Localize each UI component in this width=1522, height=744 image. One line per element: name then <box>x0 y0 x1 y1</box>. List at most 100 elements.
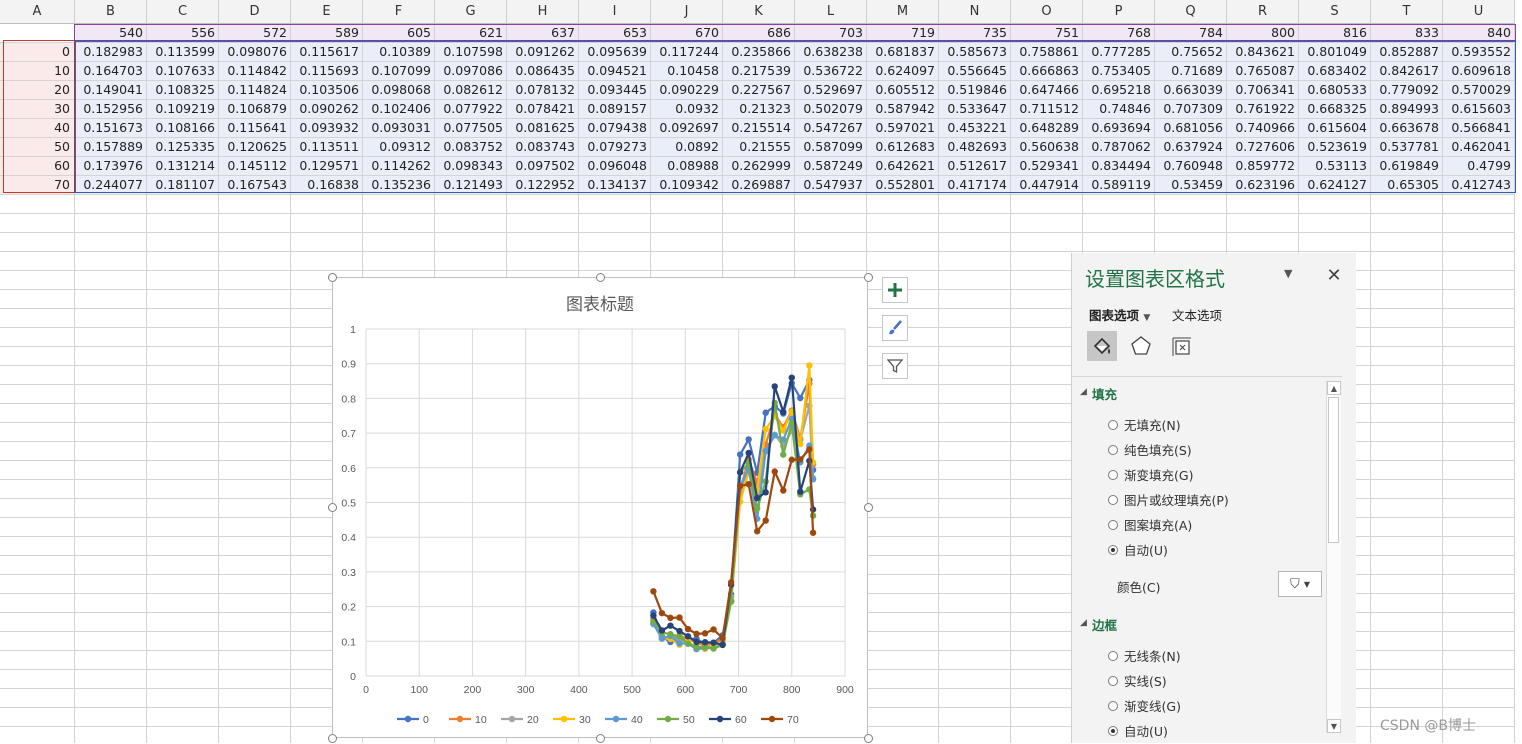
empty-cell[interactable] <box>939 347 1011 366</box>
empty-cell[interactable] <box>939 499 1011 518</box>
data-cell[interactable]: 0.842617 <box>1371 62 1443 81</box>
empty-cell[interactable] <box>0 651 75 670</box>
empty-cell[interactable] <box>219 651 291 670</box>
data-cell[interactable]: 0.227567 <box>723 81 795 100</box>
empty-cell[interactable] <box>1443 442 1515 461</box>
data-cell[interactable]: 0.093445 <box>579 81 651 100</box>
data-cell[interactable]: 0.149041 <box>75 81 147 100</box>
data-cell[interactable]: 0.852887 <box>1371 43 1443 62</box>
empty-cell[interactable] <box>147 423 219 442</box>
empty-cell[interactable] <box>867 404 939 423</box>
data-cell[interactable]: 0.098343 <box>435 157 507 176</box>
empty-cell[interactable] <box>1227 233 1299 252</box>
empty-cell[interactable] <box>867 670 939 689</box>
data-cell[interactable]: 0.447914 <box>1011 176 1083 195</box>
data-cell[interactable]: 0.859772 <box>1227 157 1299 176</box>
data-cell[interactable]: 0.093932 <box>291 119 363 138</box>
data-cell[interactable]: 0.0892 <box>651 138 723 157</box>
data-cell[interactable]: 0.215514 <box>723 119 795 138</box>
chart-plot[interactable]: 0 100 200 300 400 500 600 700 800 90000.10.20.30.… <box>333 278 869 739</box>
empty-cell[interactable] <box>75 537 147 556</box>
data-cell[interactable]: 0.647466 <box>1011 81 1083 100</box>
empty-cell[interactable] <box>867 537 939 556</box>
empty-cell[interactable] <box>0 347 75 366</box>
empty-cell[interactable] <box>939 328 1011 347</box>
empty-cell[interactable] <box>867 632 939 651</box>
empty-cell[interactable] <box>435 252 507 271</box>
empty-cell[interactable] <box>1443 670 1515 689</box>
fill-option[interactable]: 自动(U) <box>1108 540 1168 559</box>
fill-section-header[interactable]: 填充 <box>1092 384 1117 403</box>
empty-cell[interactable] <box>0 252 75 271</box>
empty-cell[interactable] <box>1443 594 1515 613</box>
data-cell[interactable]: 0.122952 <box>507 176 579 195</box>
data-cell[interactable]: 0.131214 <box>147 157 219 176</box>
data-cell[interactable]: 0.615603 <box>1443 100 1515 119</box>
column-header-R[interactable]: R <box>1227 0 1299 24</box>
data-cell[interactable]: 0.761922 <box>1227 100 1299 119</box>
empty-cell[interactable] <box>219 518 291 537</box>
empty-cell[interactable] <box>219 385 291 404</box>
empty-cell[interactable] <box>147 290 219 309</box>
empty-cell[interactable] <box>75 651 147 670</box>
empty-cell[interactable] <box>75 689 147 708</box>
column-header-F[interactable]: F <box>363 0 435 24</box>
data-cell[interactable]: 0.109219 <box>147 100 219 119</box>
empty-cell[interactable] <box>939 195 1011 214</box>
x-header-cell[interactable]: 540 <box>75 24 147 43</box>
data-cell[interactable]: 0.537781 <box>1371 138 1443 157</box>
empty-cell[interactable] <box>147 480 219 499</box>
data-cell[interactable]: 0.609618 <box>1443 62 1515 81</box>
empty-cell[interactable] <box>219 252 291 271</box>
border-option[interactable]: 自动(U) <box>1108 721 1168 740</box>
empty-cell[interactable] <box>0 575 75 594</box>
empty-cell[interactable] <box>0 632 75 651</box>
empty-cell[interactable] <box>507 214 579 233</box>
collapse-fill-icon[interactable]: ◢ <box>1080 387 1087 397</box>
empty-cell[interactable] <box>1371 252 1443 271</box>
empty-cell[interactable] <box>1443 233 1515 252</box>
empty-cell[interactable] <box>0 271 75 290</box>
empty-cell[interactable] <box>939 632 1011 651</box>
data-cell[interactable]: 0.107598 <box>435 43 507 62</box>
chart-resize-handle[interactable] <box>328 273 337 282</box>
column-header-K[interactable]: K <box>723 0 795 24</box>
empty-cell[interactable] <box>651 233 723 252</box>
data-cell[interactable]: 0.113599 <box>147 43 219 62</box>
empty-cell[interactable] <box>651 195 723 214</box>
empty-cell[interactable] <box>0 727 75 743</box>
empty-cell[interactable] <box>219 499 291 518</box>
radio-icon[interactable] <box>1108 544 1118 555</box>
empty-cell[interactable] <box>939 594 1011 613</box>
data-cell[interactable]: 0.083743 <box>507 138 579 157</box>
empty-cell[interactable] <box>939 518 1011 537</box>
empty-cell[interactable] <box>1011 233 1083 252</box>
empty-cell[interactable] <box>867 385 939 404</box>
empty-cell[interactable] <box>147 708 219 727</box>
tab-text-options[interactable]: 文本选项 <box>1172 305 1222 324</box>
empty-cell[interactable] <box>939 461 1011 480</box>
data-cell[interactable]: 0.71689 <box>1155 62 1227 81</box>
empty-cell[interactable] <box>723 233 795 252</box>
empty-cell[interactable] <box>435 233 507 252</box>
empty-cell[interactable] <box>939 214 1011 233</box>
empty-cell[interactable] <box>939 442 1011 461</box>
data-cell[interactable]: 0.683402 <box>1299 62 1371 81</box>
data-cell[interactable]: 0.082612 <box>435 81 507 100</box>
data-cell[interactable]: 0.570029 <box>1443 81 1515 100</box>
empty-cell[interactable] <box>867 499 939 518</box>
column-header-G[interactable]: G <box>435 0 507 24</box>
pane-scrollbar[interactable]: ▲ ▼ <box>1326 381 1341 733</box>
empty-cell[interactable] <box>0 423 75 442</box>
pane-content[interactable]: ◢ 填充 无填充(N) 纯色填充(S) 渐变填充(G) 图片或纹理填充(P) 图案填充(… <box>1072 376 1342 744</box>
data-cell[interactable]: 0.536722 <box>795 62 867 81</box>
empty-cell[interactable] <box>75 708 147 727</box>
empty-cell[interactable] <box>1083 233 1155 252</box>
empty-cell[interactable] <box>1371 404 1443 423</box>
chart-area[interactable]: 图表标题 0 100 200 300 400 500 600 700 800 900 0 0.1 0.2… <box>332 277 868 738</box>
radio-icon[interactable] <box>1108 725 1118 736</box>
data-cell[interactable]: 0.181107 <box>147 176 219 195</box>
data-cell[interactable]: 0.08988 <box>651 157 723 176</box>
data-cell[interactable]: 0.103506 <box>291 81 363 100</box>
data-cell[interactable]: 0.173976 <box>75 157 147 176</box>
